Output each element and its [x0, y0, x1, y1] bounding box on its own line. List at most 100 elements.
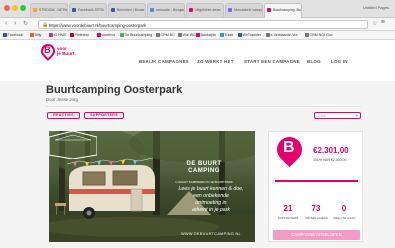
search-input[interactable]: Zoek ⌕ [314, 112, 361, 119]
logo[interactable]: voor je Buurt [57, 46, 74, 56]
bookmark-item[interactable]: Facebook [3, 33, 23, 37]
funding-card: B €2.301,00 101% VAN €2.300,00 21 SUPPOR… [268, 131, 363, 242]
stat-uren: 0 UREN TE GAAN [333, 204, 355, 220]
search-icon[interactable]: ⌕ [356, 113, 358, 118]
campaign-closed-button[interactable]: CAMPAGNE AFGELOPEN [273, 230, 360, 240]
bookmark-icon [196, 33, 200, 37]
bookmark-icon [220, 33, 224, 37]
supporters-button[interactable]: SUPPORTERS [84, 112, 124, 119]
bookmark-label: IG HMS [53, 33, 67, 37]
bookmark-icon [3, 33, 7, 37]
bookmark-item[interactable]: CRM BC [156, 33, 175, 37]
close-tab-icon[interactable]: × [297, 7, 299, 12]
bookmark-item[interactable]: CRM NGI Gov [305, 33, 333, 37]
maximize-window-button[interactable] [20, 5, 26, 11]
bookmark-label: e-Verklaarde-Vra [270, 33, 298, 37]
bookmark-item[interactable]: Pinterest [70, 33, 89, 37]
browser-tab[interactable]: STROOM - NETW × [30, 3, 68, 17]
browser-tab[interactable]: Nieuwsbrie campa × [225, 3, 263, 17]
logo-letter[interactable]: B [44, 46, 51, 55]
nav-bekijk-campagnes[interactable]: BEKIJK CAMPAGNES [139, 59, 189, 64]
bookmark-label: CRM BC [160, 33, 175, 37]
campaign-author: Door Jesse Jorg [46, 97, 78, 102]
bookmark-item[interactable]: De Buurtcamping [120, 33, 152, 37]
profile-name[interactable]: Untitled Pages [363, 5, 389, 10]
bookmark-icon [156, 33, 160, 37]
bookmark-item[interactable]: Bankzijde [196, 33, 216, 37]
close-tab-icon[interactable]: × [258, 7, 260, 12]
stat-supporters: 21 SUPPORTERS [277, 204, 299, 220]
bookmark-icon [178, 33, 182, 37]
browser-tab[interactable]: Facebook ZRTO × [69, 3, 107, 17]
tab-label: Uitgelichte deze [195, 8, 220, 12]
stat-label: UREN TE GAAN [333, 216, 356, 220]
bookmark-item[interactable]: Bitly [30, 33, 41, 37]
menu-icon[interactable]: ≡ [381, 19, 385, 27]
buurtcamping-badge [49, 131, 97, 159]
close-tab-icon[interactable]: × [219, 7, 221, 12]
badge-subtitle: 1 NACHT KAMPEREN IN JE BUURTPARK [175, 180, 233, 184]
browser-tab[interactable]: Uitgelichte deze × [186, 3, 224, 17]
reload-icon[interactable]: ↻ [23, 20, 28, 28]
search-placeholder: Zoek [318, 114, 326, 118]
bookmark-icon [238, 33, 242, 37]
bookmark-item[interactable]: WeTransfer [238, 33, 261, 37]
tagline-line: ontmoeting in [195, 200, 227, 206]
site-header: B voor je Buurt BEKIJK CAMPAGNES ZO WERK… [0, 40, 395, 81]
nav-zo-werkt-het[interactable]: ZO WERKT HET [197, 59, 234, 64]
campaign-page: Buurtcamping Oosterpark Door Jesse Jorg … [0, 81, 395, 248]
divider [46, 106, 361, 107]
favicon-icon [189, 8, 193, 12]
bookmark-label: Facebook [7, 33, 24, 37]
close-window-button[interactable] [4, 5, 10, 11]
tagline-line: een onbekende [193, 193, 229, 199]
bookmark-icon [305, 33, 309, 37]
campaign-image: DE BUURT CAMPING 1 NACHT KAMPEREN IN JE … [49, 131, 255, 242]
progress-bar [275, 180, 358, 182]
tagline-line: advent in je park [191, 207, 231, 213]
bookmark-item[interactable]: voorinvo [97, 33, 115, 37]
bookmark-label: CRM NGI Gov [309, 33, 333, 37]
close-tab-icon[interactable]: × [180, 7, 182, 12]
bookmark-item[interactable]: Trkstr [220, 33, 234, 37]
forward-icon[interactable]: › [14, 20, 16, 28]
stat-vrijwilligers: 73 VRIJWILLIGERS [305, 204, 328, 220]
bookmark-item[interactable]: Wie WG [178, 33, 196, 37]
bookmark-label: Trkstr [224, 33, 234, 37]
back-icon[interactable]: ‹ [5, 20, 7, 28]
badge-top: DE BUURT [186, 161, 222, 167]
pin-letter: B [283, 139, 295, 156]
bookmark-icon [97, 33, 101, 37]
bookmark-label: WeTransfer [242, 33, 262, 37]
bookmark-icon [70, 33, 74, 37]
stat-value: 73 [311, 204, 321, 213]
bookmark-icon [30, 33, 34, 37]
minimize-window-button[interactable] [12, 5, 18, 11]
goal-text: 101% VAN €2.300,00 [313, 158, 347, 162]
address-bar[interactable]: 🔒 https://www.voordebuurt.nl/buurtcampin… [38, 20, 368, 29]
browser-tab[interactable]: Berichten | Brows × [108, 3, 146, 17]
favicon-icon [33, 8, 37, 12]
stat-value: 21 [283, 204, 293, 213]
close-tab-icon[interactable]: × [102, 7, 104, 12]
stat-label: SUPPORTERS [277, 216, 299, 220]
stat-value: 0 [341, 204, 347, 213]
bookmark-item[interactable]: e-Verklaarde-Vra [266, 33, 298, 37]
raised-amount: €2.301,00 [313, 146, 349, 155]
nav-blog[interactable]: BLOG [307, 59, 321, 64]
nav-start-een-campagne[interactable]: START EEN CAMPAGNE [244, 59, 300, 64]
browser-tab-active[interactable]: Buurtcamping, Du × [264, 3, 302, 18]
reacties-button[interactable]: REACTIES [47, 112, 80, 119]
tab-label: Facebook ZRTO [78, 8, 104, 12]
browser-window: STROOM - NETW × Facebook ZRTO × Berichten … [0, 0, 395, 248]
star-icon[interactable]: ☆ [372, 20, 377, 28]
browser-tab[interactable]: armuade - Boogaa × [147, 3, 185, 17]
favicon-icon [267, 8, 271, 12]
nav-log-in[interactable]: LOG IN [331, 59, 348, 64]
close-tab-icon[interactable]: × [63, 7, 65, 12]
close-tab-icon[interactable]: × [141, 7, 143, 12]
bookmark-item[interactable]: IG HMS [49, 33, 66, 37]
bookmark-icon [120, 33, 124, 37]
tagline-line: Lees je buurt kennen & doe, [178, 186, 244, 192]
address-toolbar: ‹ › ↻ 🔒 https://www.voordebuurt.nl/buurt… [0, 18, 395, 31]
